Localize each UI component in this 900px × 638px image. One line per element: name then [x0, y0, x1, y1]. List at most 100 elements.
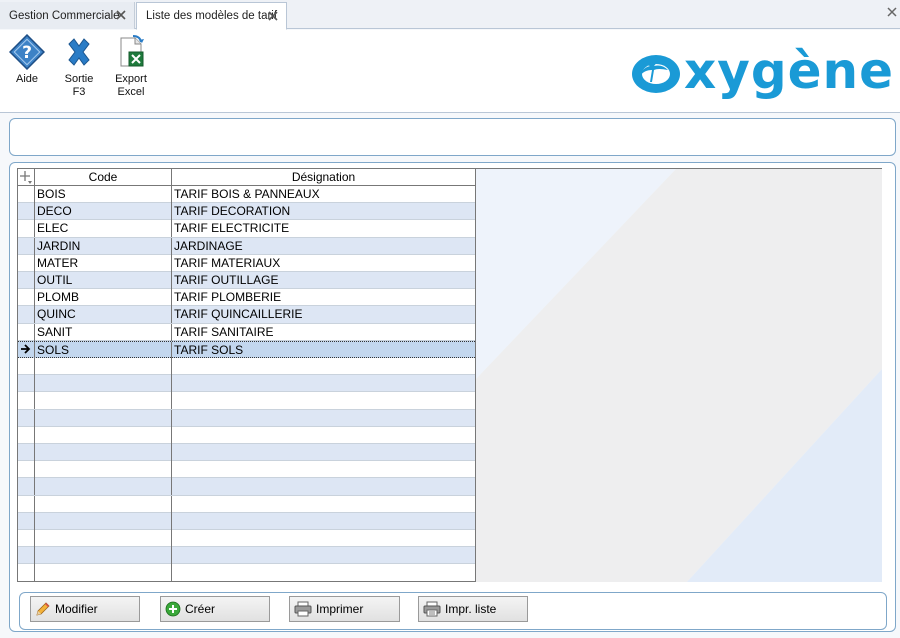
column-chooser-button[interactable]	[18, 169, 35, 186]
row-indicator	[18, 341, 35, 359]
row-indicator	[18, 461, 35, 479]
empty-table-row[interactable]	[18, 461, 475, 479]
exit-button[interactable]: Sortie F3	[55, 34, 103, 99]
cell-designation	[172, 392, 475, 409]
row-indicator	[18, 512, 35, 530]
grid-empty-area	[476, 168, 882, 582]
tariff-models-table[interactable]: Code Désignation BOIS TARIF BOIS & PANNEA…	[17, 168, 476, 582]
cell-designation	[172, 478, 475, 495]
cell-code: MATER	[35, 254, 172, 272]
empty-table-row[interactable]	[18, 392, 475, 410]
row-indicator	[18, 564, 35, 581]
modify-button[interactable]: Modifier	[30, 596, 140, 622]
cell-designation: TARIF ELECTRICITE	[172, 220, 475, 237]
export-excel-button[interactable]: Export Excel	[107, 34, 155, 99]
cell-designation	[172, 358, 475, 375]
row-indicator	[18, 375, 35, 393]
cell-code	[35, 495, 172, 513]
logo-palm-o-icon	[632, 55, 680, 93]
background-decoration	[476, 169, 882, 582]
excel-export-icon	[120, 35, 144, 67]
row-indicator	[18, 409, 35, 427]
row-indicator	[18, 220, 35, 238]
row-indicator	[18, 272, 35, 289]
cell-designation: TARIF PLOMBERIE	[172, 289, 475, 306]
print-list-label: Impr. liste	[445, 602, 497, 616]
filter-panel	[9, 118, 896, 156]
row-indicator	[18, 426, 35, 444]
tab-gestion-commerciale[interactable]: Gestion Commerciale	[0, 2, 135, 29]
row-indicator	[18, 323, 35, 341]
exit-label: Sortie F3	[64, 73, 94, 98]
empty-table-row[interactable]	[18, 426, 475, 444]
exit-icon	[68, 38, 90, 66]
cell-code	[35, 392, 172, 410]
cell-designation	[172, 427, 475, 444]
column-header-designation[interactable]: Désignation	[172, 169, 475, 186]
table-row[interactable]: ELEC TARIF ELECTRICITE	[18, 220, 475, 238]
empty-table-row[interactable]	[18, 495, 475, 513]
tab-label: Gestion Commerciale	[9, 9, 120, 22]
empty-table-row[interactable]	[18, 547, 475, 565]
close-tab-icon[interactable]	[114, 8, 128, 22]
cell-code	[35, 564, 172, 581]
oxygene-logo: xygène	[628, 42, 893, 100]
print-list-button[interactable]: Impr. liste	[418, 596, 528, 622]
cell-code	[35, 461, 172, 479]
tab-label: Liste des modèles de tarif	[146, 10, 278, 22]
cell-code	[35, 409, 172, 427]
table-row[interactable]: BOIS TARIF BOIS & PANNEAUX	[18, 186, 475, 204]
row-indicator	[18, 392, 35, 410]
modify-label: Modifier	[55, 602, 98, 616]
cell-code: BOIS	[35, 186, 172, 203]
create-button[interactable]: Créer	[160, 596, 270, 622]
table-row[interactable]: SANIT TARIF SANITAIRE	[18, 323, 475, 341]
cell-designation: TARIF BOIS & PANNEAUX	[172, 186, 475, 203]
column-header-code[interactable]: Code	[35, 169, 172, 186]
close-tab-icon[interactable]	[266, 9, 280, 23]
empty-table-row[interactable]	[18, 512, 475, 530]
cell-designation	[172, 530, 475, 547]
table-row[interactable]: JARDIN JARDINAGE	[18, 237, 475, 255]
empty-table-row[interactable]	[18, 478, 475, 496]
cell-designation	[172, 513, 475, 530]
table-row[interactable]: MATER TARIF MATERIAUX	[18, 254, 475, 272]
empty-table-row[interactable]	[18, 409, 475, 427]
empty-table-row[interactable]	[18, 358, 475, 376]
table-row[interactable]: OUTIL TARIF OUTILLAGE	[18, 272, 475, 290]
help-button[interactable]: ? Aide	[3, 34, 51, 86]
close-window-icon[interactable]	[886, 6, 898, 18]
empty-table-row[interactable]	[18, 564, 475, 581]
empty-table-row[interactable]	[18, 375, 475, 393]
cell-designation	[172, 410, 475, 427]
empty-table-row[interactable]	[18, 530, 475, 548]
table-row[interactable]: SOLS TARIF SOLS	[18, 340, 475, 359]
empty-table-row[interactable]	[18, 444, 475, 462]
tab-liste-modeles-tarif[interactable]: Liste des modèles de tarif	[136, 2, 287, 30]
row-indicator	[18, 547, 35, 565]
cell-code	[35, 375, 172, 393]
table-row[interactable]: PLOMB TARIF PLOMBERIE	[18, 289, 475, 307]
print-button[interactable]: Imprimer	[289, 596, 400, 622]
table-header: Code Désignation	[18, 169, 475, 186]
cell-code: ELEC	[35, 220, 172, 238]
cell-code	[35, 426, 172, 444]
cell-code: JARDIN	[35, 237, 172, 255]
table-row[interactable]: DECO TARIF DECORATION	[18, 203, 475, 221]
logo-text: xygène	[684, 42, 895, 100]
table-row[interactable]: QUINC TARIF QUINCAILLERIE	[18, 306, 475, 324]
cell-designation: TARIF MATERIAUX	[172, 255, 475, 272]
row-indicator	[18, 254, 35, 272]
row-indicator	[18, 186, 35, 203]
row-indicator	[18, 237, 35, 255]
cell-code: SANIT	[35, 323, 172, 341]
print-label: Imprimer	[316, 602, 364, 616]
create-label: Créer	[185, 602, 216, 616]
cell-designation: TARIF OUTILLAGE	[172, 272, 475, 289]
add-column-icon	[20, 171, 32, 184]
printer-list-icon	[423, 601, 441, 617]
cell-designation	[172, 496, 475, 513]
cell-designation	[172, 564, 475, 581]
printer-icon	[294, 601, 312, 617]
cell-designation	[172, 444, 475, 461]
